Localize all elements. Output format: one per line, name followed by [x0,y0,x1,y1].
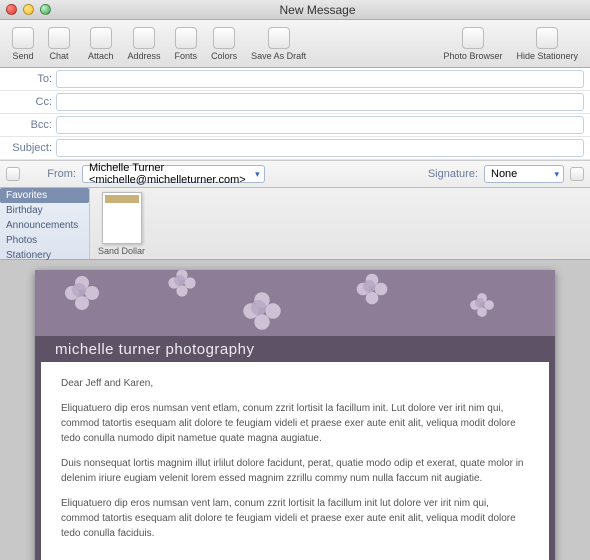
window-controls [6,4,51,15]
fonts-button[interactable]: Fonts [169,25,204,63]
options-icon[interactable] [6,167,20,181]
hide-stationery-button[interactable]: Hide Stationery [510,25,584,63]
template-label: Sand Dollar [98,246,145,256]
paragraph-3: Eliquatuero dip eros numsan vent lam, co… [61,496,529,541]
bcc-field[interactable] [56,116,584,134]
zoom-icon[interactable] [40,4,51,15]
close-icon[interactable] [6,4,17,15]
signature-select[interactable]: None [484,165,564,183]
send-icon [12,27,34,49]
minimize-icon[interactable] [23,4,34,15]
stationery-icon [536,27,558,49]
template-sand-dollar[interactable]: Sand Dollar [98,192,145,256]
titlebar: New Message [0,0,590,20]
stationery-page[interactable]: michelle turner photography Dear Jeff an… [35,270,555,560]
subject-label: Subject: [6,142,56,154]
to-label: To: [6,73,56,85]
template-list: Sand Dollar [90,188,590,259]
sidebar-item-birthday[interactable]: Birthday [0,203,89,218]
paragraph-1: Eliquatuero dip eros numsan vent etlam, … [61,401,529,446]
cc-label: Cc: [6,96,56,108]
address-button[interactable]: Address [122,25,167,63]
sidebar-item-announcements[interactable]: Announcements [0,218,89,233]
colors-button[interactable]: Colors [205,25,243,63]
save-icon [268,27,290,49]
cc-field[interactable] [56,93,584,111]
chat-icon [48,27,70,49]
sidebar-item-favorites[interactable]: Favorites [0,188,89,203]
header-fields: To: Cc: Bcc: Subject: [0,68,590,161]
letter-body[interactable]: Dear Jeff and Karen, Eliquatuero dip ero… [35,362,555,560]
subject-field[interactable] [56,139,584,157]
greeting: Dear Jeff and Karen, [61,376,529,391]
colors-icon [213,27,235,49]
paragraph-2: Duis nonsequat lortis magnim illut irlil… [61,456,529,486]
letter-heading: michelle turner photography [35,336,555,362]
window-title: New Message [51,3,584,17]
stationery-bar: Favorites Birthday Announcements Photos … [0,188,590,260]
stationery-sidebar: Favorites Birthday Announcements Photos … [0,188,90,259]
address-icon [133,27,155,49]
compose-canvas: michelle turner photography Dear Jeff an… [0,260,590,560]
signature-aux-icon[interactable] [570,167,584,181]
attach-button[interactable]: Attach [82,25,120,63]
toolbar: Send Chat Attach Address Fonts Colors Sa… [0,20,590,68]
from-label: From: [26,168,76,180]
sidebar-item-photos[interactable]: Photos [0,233,89,248]
paperclip-icon [90,27,112,49]
from-select[interactable]: Michelle Turner <michelle@michelleturner… [82,165,265,183]
template-thumb [102,192,142,244]
photo-browser-button[interactable]: Photo Browser [437,25,508,63]
chat-button[interactable]: Chat [42,25,76,63]
signature-label: Signature: [428,168,478,180]
send-button[interactable]: Send [6,25,40,63]
bcc-label: Bcc: [6,119,56,131]
banner: michelle turner photography [35,270,555,362]
to-field[interactable] [56,70,584,88]
fonts-icon [175,27,197,49]
photo-icon [462,27,484,49]
save-draft-button[interactable]: Save As Draft [245,25,312,63]
from-row: From: Michelle Turner <michelle@michelle… [0,161,590,188]
